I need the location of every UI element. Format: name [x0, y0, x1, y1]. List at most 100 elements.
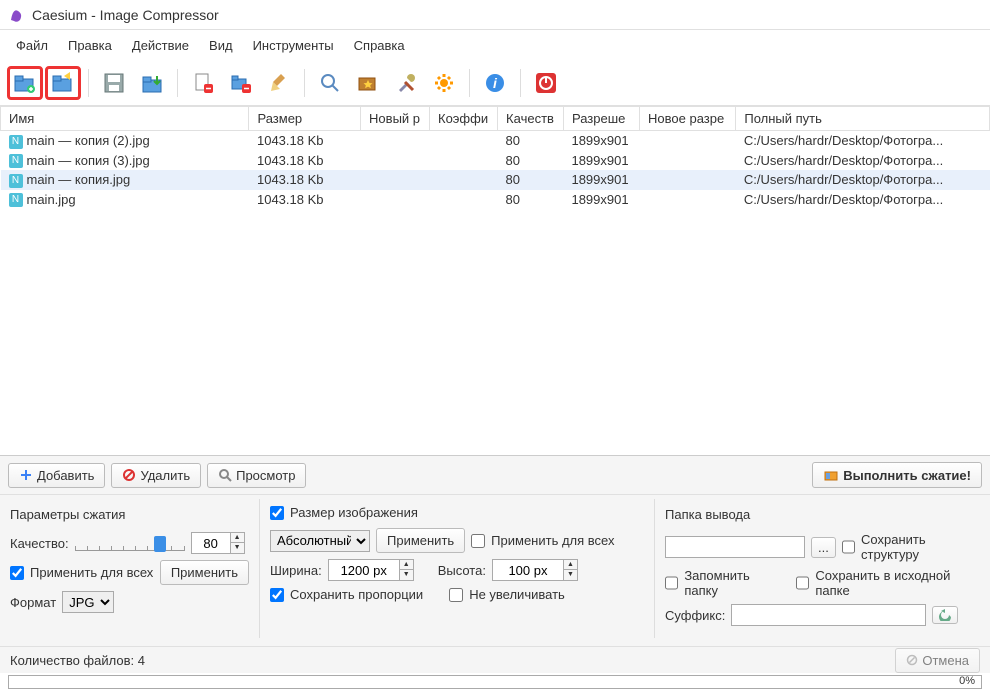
quality-value[interactable] [192, 533, 230, 553]
power-button[interactable] [529, 67, 563, 99]
open-file-button[interactable] [8, 67, 42, 99]
file-table: ИмяРазмерНовый рКоэффиКачествРазрешеНово… [0, 106, 990, 209]
open-file-icon [12, 70, 38, 96]
size-apply-all-label: Применить для всех [491, 533, 614, 548]
suffix-input[interactable] [731, 604, 926, 626]
cell-path: C:/Users/hardr/Desktop/Фотогра... [736, 170, 990, 190]
quality-slider[interactable] [75, 532, 185, 554]
menu-файл[interactable]: Файл [8, 36, 56, 55]
col-header[interactable]: Качеств [498, 107, 564, 131]
compress-button[interactable]: Выполнить сжатие! [812, 462, 982, 488]
tools-button[interactable] [389, 67, 423, 99]
table-header-row: ИмяРазмерНовый рКоэффиКачествРазрешеНово… [1, 107, 990, 131]
open-folder-button[interactable] [46, 67, 80, 99]
no-enlarge-checkbox[interactable] [449, 588, 463, 602]
cell-path: C:/Users/hardr/Desktop/Фотогра... [736, 151, 990, 171]
tools-icon [394, 71, 418, 95]
format-select[interactable]: JPG [62, 591, 114, 613]
col-header[interactable]: Имя [1, 107, 249, 131]
zoom-button[interactable] [313, 67, 347, 99]
height-value[interactable] [493, 560, 563, 580]
remember-folder-label: Запомнить папку [684, 568, 782, 598]
spin-up-icon[interactable]: ▲ [230, 533, 244, 543]
col-header[interactable]: Новый р [361, 107, 430, 131]
output-path-input[interactable] [665, 536, 805, 558]
keep-structure-checkbox[interactable] [842, 540, 855, 554]
width-spinner[interactable]: ▲▼ [328, 559, 414, 581]
statusbar: Количество файлов: 4 Отмена [0, 647, 990, 673]
size-mode-select[interactable]: Абсолютный [270, 530, 370, 552]
preview-button[interactable]: Просмотр [207, 463, 306, 488]
browse-button[interactable]: ... [811, 537, 836, 558]
add-label: Добавить [37, 468, 94, 483]
table-row[interactable]: Nmain — копия.jpg1043.18 Kb801899x901C:/… [1, 170, 990, 190]
add-button[interactable]: Добавить [8, 463, 105, 488]
cell-res: 1899x901 [563, 190, 639, 210]
compression-title: Параметры сжатия [10, 505, 249, 524]
remove-button[interactable]: Удалить [111, 463, 201, 488]
col-header[interactable]: Разреше [563, 107, 639, 131]
gear-icon [432, 71, 456, 95]
menu-правка[interactable]: Правка [60, 36, 120, 55]
remove-folder-icon [229, 71, 253, 95]
output-title: Папка вывода [665, 505, 980, 524]
cell-quality: 80 [498, 170, 564, 190]
menu-инструменты[interactable]: Инструменты [245, 36, 342, 55]
cancel-label: Отмена [922, 653, 969, 668]
size-apply-all-checkbox[interactable] [471, 534, 485, 548]
import-folder-button[interactable] [135, 67, 169, 99]
file-badge-icon: N [9, 154, 23, 168]
remember-folder-checkbox[interactable] [665, 576, 678, 590]
width-value[interactable] [329, 560, 399, 580]
quality-label: Качество: [10, 536, 69, 551]
info-button[interactable]: i [478, 67, 512, 99]
size-apply-button[interactable]: Применить [376, 528, 465, 553]
output-panel: Папка вывода ... Сохранить структуру Зап… [655, 499, 990, 638]
save-source-checkbox[interactable] [796, 576, 809, 590]
remove-folder-button[interactable] [224, 67, 258, 99]
compress-icon [823, 467, 839, 483]
save-source-label: Сохранить в исходной папке [815, 568, 980, 598]
star-folder-button[interactable] [351, 67, 385, 99]
cancel-button[interactable]: Отмена [895, 648, 980, 673]
file-badge-icon: N [9, 135, 23, 149]
col-header[interactable]: Новое разре [640, 107, 736, 131]
cancel-icon [906, 654, 918, 666]
table-row[interactable]: Nmain.jpg1043.18 Kb801899x901C:/Users/ha… [1, 190, 990, 210]
spin-down-icon[interactable]: ▼ [230, 543, 244, 553]
cell-path: C:/Users/hardr/Desktop/Фотогра... [736, 131, 990, 151]
cell-res: 1899x901 [563, 170, 639, 190]
no-enlarge-label: Не увеличивать [469, 587, 565, 602]
menu-справка[interactable]: Справка [346, 36, 413, 55]
clean-button[interactable] [262, 67, 296, 99]
height-spinner[interactable]: ▲▼ [492, 559, 578, 581]
table-row[interactable]: Nmain — копия (3).jpg1043.18 Kb801899x90… [1, 151, 990, 171]
image-size-title: Размер изображения [290, 505, 418, 520]
suffix-label: Суффикс: [665, 608, 725, 623]
table-row[interactable]: Nmain — копия (2).jpg1043.18 Kb801899x90… [1, 131, 990, 151]
remove-file-button[interactable] [186, 67, 220, 99]
cell-new_size [361, 151, 430, 171]
col-header[interactable]: Коэффи [430, 107, 498, 131]
progress-label: 0% [959, 675, 975, 687]
quality-spinner[interactable]: ▲▼ [191, 532, 245, 554]
cell-ratio [430, 151, 498, 171]
cell-ratio [430, 190, 498, 210]
menu-действие[interactable]: Действие [124, 36, 197, 55]
col-header[interactable]: Полный путь [736, 107, 990, 131]
quality-apply-all-checkbox[interactable] [10, 566, 24, 580]
cell-res: 1899x901 [563, 151, 639, 171]
clean-icon [267, 71, 291, 95]
col-header[interactable]: Размер [249, 107, 361, 131]
menu-вид[interactable]: Вид [201, 36, 241, 55]
keep-ratio-checkbox[interactable] [270, 588, 284, 602]
gear-button[interactable] [427, 67, 461, 99]
forbidden-icon [122, 468, 136, 482]
image-size-enable-checkbox[interactable] [270, 506, 284, 520]
undo-icon [939, 609, 951, 621]
save-button[interactable] [97, 67, 131, 99]
quality-apply-button[interactable]: Применить [160, 560, 249, 585]
action-bar: Добавить Удалить Просмотр Выполнить сжат… [0, 456, 990, 495]
power-icon [534, 71, 558, 95]
suffix-reset-button[interactable] [932, 606, 958, 624]
